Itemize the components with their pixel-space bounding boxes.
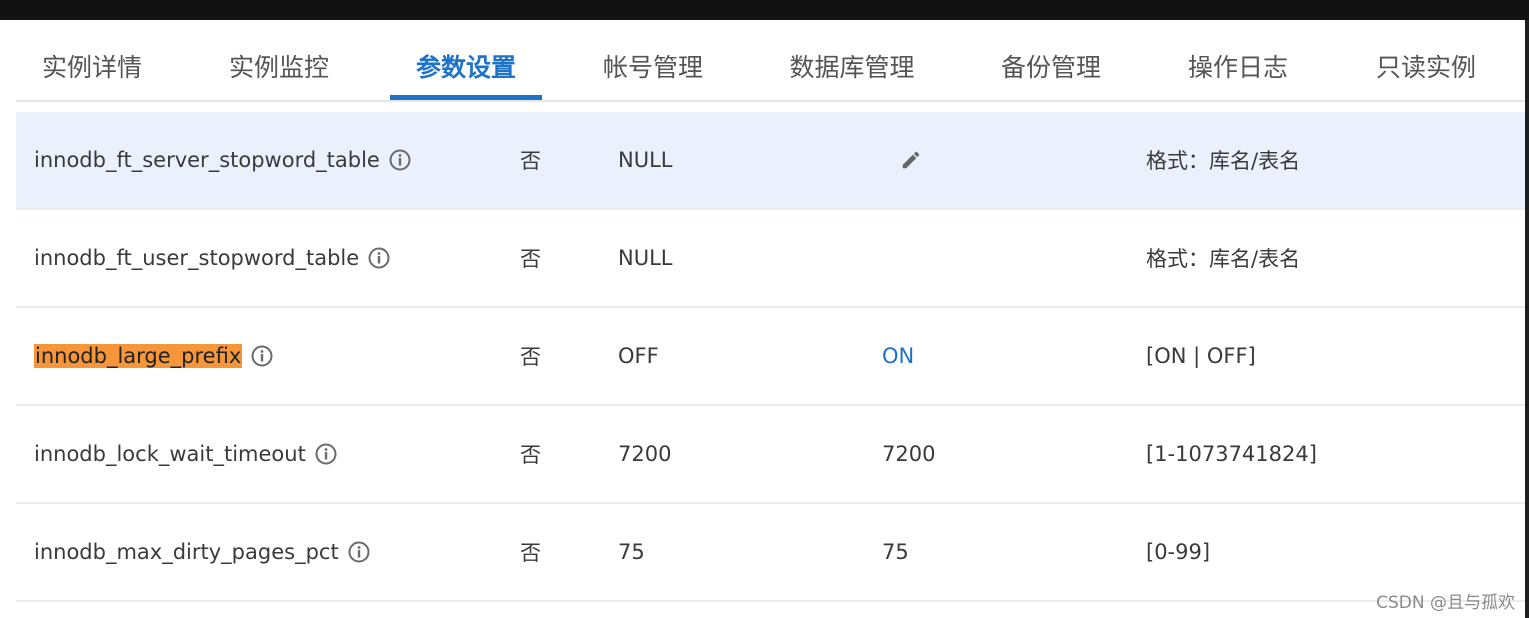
tab-operation-log[interactable]: 操作日志 bbox=[1188, 48, 1288, 84]
restart-required-cell: 否 bbox=[520, 443, 541, 467]
table-row[interactable]: innodb_ft_user_stopword_table 否 NULL 格式：… bbox=[16, 210, 1525, 308]
param-name: innodb_ft_user_stopword_table bbox=[34, 246, 360, 270]
range-cell: 格式：库名/表名 bbox=[1146, 149, 1301, 173]
range-cell: [1-1073741824] bbox=[1146, 442, 1317, 466]
default-value-cell: 75 bbox=[618, 540, 645, 564]
info-circle-icon[interactable] bbox=[368, 247, 390, 269]
parameter-table: innodb_ft_server_stopword_table 否 NULL 格… bbox=[16, 112, 1525, 602]
table-row[interactable]: innodb_lock_wait_timeout 否 7200 7200 [1-… bbox=[16, 406, 1525, 504]
current-value-cell: 75 bbox=[882, 540, 909, 564]
table-row[interactable]: innodb_ft_server_stopword_table 否 NULL 格… bbox=[16, 112, 1525, 210]
default-value-cell: NULL bbox=[618, 148, 673, 172]
pencil-edit-icon[interactable] bbox=[900, 149, 922, 171]
tab-parameter-settings[interactable]: 参数设置 bbox=[416, 48, 516, 84]
default-value-cell: 7200 bbox=[618, 442, 672, 466]
info-circle-icon[interactable] bbox=[315, 443, 337, 465]
param-name-cell: innodb_ft_server_stopword_table bbox=[34, 112, 411, 208]
tab-account-management[interactable]: 帐号管理 bbox=[603, 48, 703, 84]
restart-required-cell: 否 bbox=[520, 149, 541, 173]
info-circle-icon[interactable] bbox=[389, 149, 411, 171]
param-name-cell: innodb_ft_user_stopword_table bbox=[34, 210, 390, 306]
window-right-edge bbox=[1525, 20, 1529, 618]
restart-required-cell: 否 bbox=[520, 247, 541, 271]
tab-instance-monitoring[interactable]: 实例监控 bbox=[229, 48, 329, 84]
default-value-cell: OFF bbox=[618, 344, 659, 368]
tab-database-management[interactable]: 数据库管理 bbox=[789, 48, 914, 84]
window-top-bar bbox=[0, 0, 1529, 20]
restart-required-cell: 否 bbox=[520, 345, 541, 369]
info-circle-icon[interactable] bbox=[348, 541, 370, 563]
param-name: innodb_ft_server_stopword_table bbox=[34, 148, 380, 172]
tab-backup-management[interactable]: 备份管理 bbox=[1001, 48, 1101, 84]
param-name-cell: innodb_max_dirty_pages_pct bbox=[34, 504, 370, 600]
table-row[interactable]: innodb_large_prefix 否 OFF ON [ON | OFF] bbox=[16, 308, 1525, 406]
default-value-cell: NULL bbox=[618, 246, 673, 270]
param-name-cell: innodb_lock_wait_timeout bbox=[34, 406, 337, 502]
restart-required-cell: 否 bbox=[520, 541, 541, 565]
param-name: innodb_lock_wait_timeout bbox=[34, 442, 306, 466]
param-name-highlighted: innodb_large_prefix bbox=[34, 344, 243, 368]
param-name-cell: innodb_large_prefix bbox=[34, 308, 273, 404]
range-cell: 格式：库名/表名 bbox=[1146, 247, 1301, 271]
current-value-link[interactable]: ON bbox=[882, 308, 914, 404]
info-circle-icon[interactable] bbox=[251, 345, 273, 367]
current-value-cell: 7200 bbox=[882, 442, 936, 466]
range-cell: [ON | OFF] bbox=[1146, 344, 1256, 368]
table-row[interactable]: innodb_max_dirty_pages_pct 否 75 75 [0-99… bbox=[16, 504, 1525, 602]
range-cell: [0-99] bbox=[1146, 540, 1211, 564]
tab-instance-details[interactable]: 实例详情 bbox=[42, 48, 142, 84]
watermark: CSDN @且与孤欢 bbox=[1376, 593, 1515, 613]
current-value-cell bbox=[882, 112, 922, 208]
instance-tabs: 实例详情 实例监控 参数设置 帐号管理 数据库管理 备份管理 操作日志 只读实例 bbox=[16, 20, 1525, 102]
tab-read-only-instances[interactable]: 只读实例 bbox=[1376, 48, 1476, 84]
active-tab-indicator bbox=[390, 95, 542, 100]
param-name: innodb_max_dirty_pages_pct bbox=[34, 540, 339, 564]
